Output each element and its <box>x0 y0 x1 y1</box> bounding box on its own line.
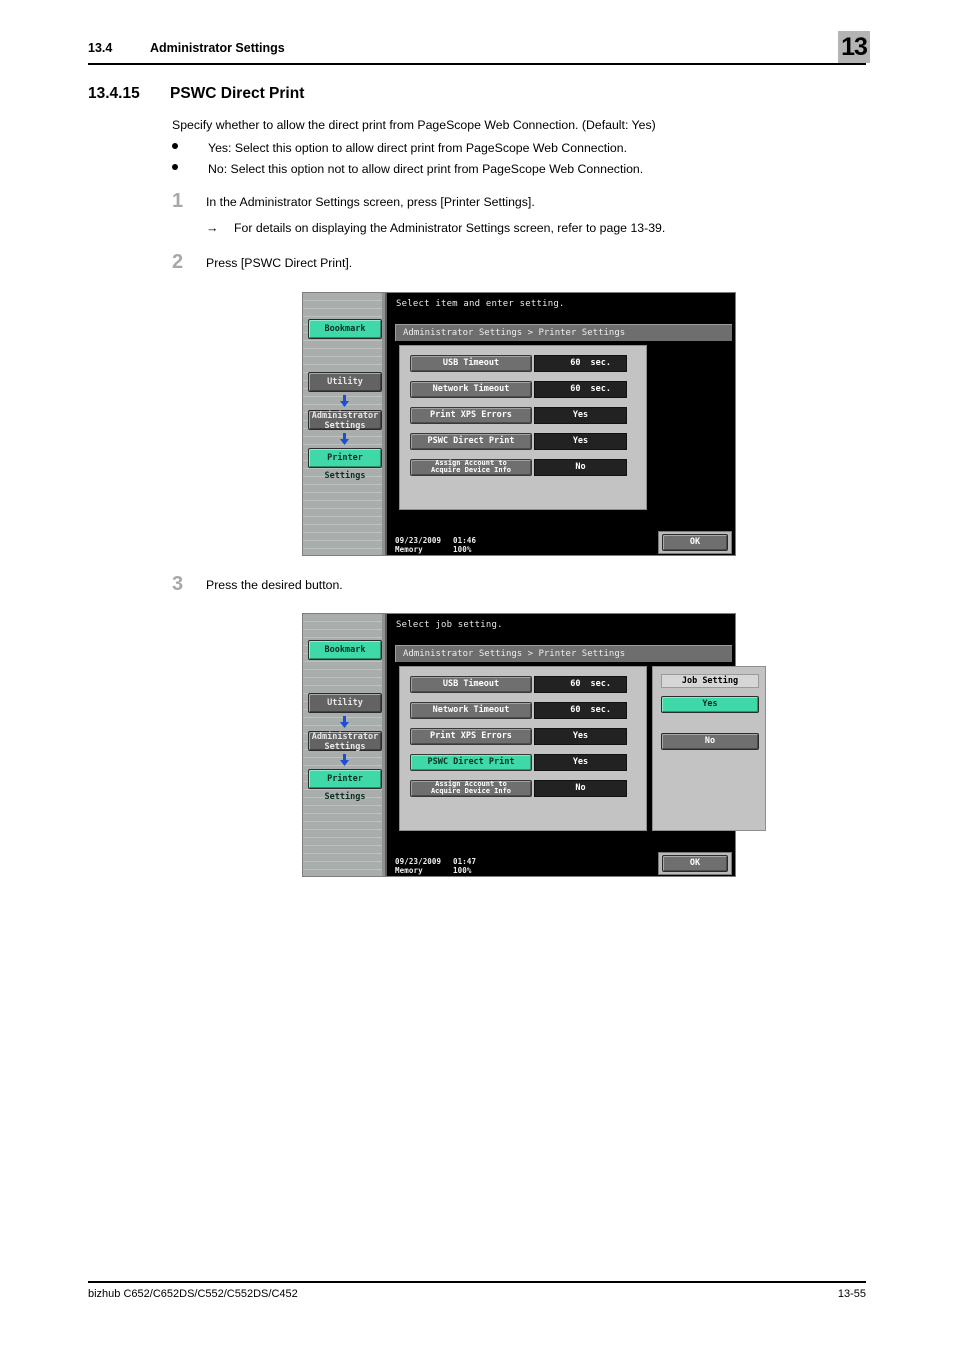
job-setting-panel: Job Setting Yes No <box>652 666 766 831</box>
down-arrow-icon <box>339 754 350 766</box>
list-item-label: Yes: Select this option to allow direct … <box>208 141 628 155</box>
footer-divider <box>88 1281 866 1283</box>
row-value-network-timeout: 60 sec. <box>534 381 627 398</box>
status-time: 01:47 <box>453 857 477 866</box>
rail-administrator-settings-button[interactable]: Administrator Settings <box>308 410 382 430</box>
screenshot1-side-rail: Bookmark Utility Administrator Settings … <box>303 293 387 555</box>
status-memory-label: Memory <box>395 866 423 875</box>
screenshot1-settings-list: USB Timeout 60 sec. Network Timeout 60 sec… <box>399 345 647 510</box>
job-setting-yes-button[interactable]: Yes <box>661 696 759 713</box>
page-header: 13.4 Administrator Settings <box>88 38 866 74</box>
value-number: 60 <box>570 679 581 689</box>
row-value-print-xps-errors: Yes <box>534 728 627 745</box>
value-number: 60 <box>570 358 581 368</box>
screenshot2-status-bar: 09/23/2009 01:47 Memory 100% OK <box>390 852 735 876</box>
row-label-print-xps-errors[interactable]: Print XPS Errors <box>410 407 532 424</box>
ok-button[interactable]: OK <box>662 855 728 872</box>
rail-bookmark-button[interactable]: Bookmark <box>308 319 382 339</box>
intro-paragraph: Specify whether to allow the direct prin… <box>172 118 656 132</box>
rail-utility-button[interactable]: Utility <box>308 372 382 392</box>
page-title: 13.4.15 PSWC Direct Print <box>88 85 788 103</box>
row-label-assign-account[interactable]: Assign Account to Acquire Device Info <box>410 780 532 797</box>
list-item-label: No: Select this option not to allow dire… <box>208 162 644 176</box>
substep-text: For details on displaying the Administra… <box>234 221 666 235</box>
device-screenshot-job-setting: Bookmark Utility Administrator Settings … <box>302 613 766 877</box>
status-time: 01:46 <box>453 536 477 545</box>
row-label-usb-timeout[interactable]: USB Timeout <box>410 676 532 693</box>
chapter-badge: 13 <box>838 31 870 63</box>
row-label-line2: Acquire Device Info <box>430 786 512 795</box>
bullet-icon <box>172 143 178 149</box>
section-heading-title: PSWC Direct Print <box>170 85 305 102</box>
row-value-print-xps-errors: Yes <box>534 407 627 424</box>
screenshot1-status-bar: 09/23/2009 01:46 Memory 100% OK <box>390 531 735 555</box>
status-date: 09/23/2009 <box>395 536 442 545</box>
job-setting-no-button[interactable]: No <box>661 733 759 750</box>
breadcrumb: Administrator Settings > Printer Setting… <box>395 645 732 662</box>
screenshot2-settings-list: USB Timeout 60 sec. Network Timeout 60 sec… <box>399 666 647 831</box>
screenshot2-prompt: Select job setting. <box>396 620 503 630</box>
header-section-title: Administrator Settings <box>150 41 285 55</box>
value-unit: sec. <box>590 679 611 689</box>
row-label-pswc-direct-print[interactable]: PSWC Direct Print <box>410 754 532 771</box>
value-unit: sec. <box>590 358 611 368</box>
down-arrow-icon <box>339 433 350 445</box>
rail-admin-line2: Settings <box>324 420 366 431</box>
job-setting-title: Job Setting <box>661 674 759 688</box>
row-value-pswc-direct-print: Yes <box>534 754 627 771</box>
row-value-assign-account: No <box>534 459 627 476</box>
row-label-assign-account[interactable]: Assign Account to Acquire Device Info <box>410 459 532 476</box>
status-memory-label: Memory <box>395 545 423 554</box>
screenshot1-main-panel: Select item and enter setting. Administr… <box>390 293 735 555</box>
footer-page-number: 13-55 <box>837 1288 866 1300</box>
row-label-line2: Acquire Device Info <box>430 465 512 474</box>
value-unit: sec. <box>590 705 611 715</box>
step-text: Press the desired button. <box>206 578 343 592</box>
row-label-usb-timeout[interactable]: USB Timeout <box>410 355 532 372</box>
rail-admin-line2: Settings <box>324 741 366 752</box>
screenshot2-main-panel: Select job setting. Administrator Settin… <box>390 614 766 876</box>
step-number: 3 <box>172 573 184 595</box>
device-screenshot-printer-settings: Bookmark Utility Administrator Settings … <box>302 292 736 556</box>
step-text: In the Administrator Settings screen, pr… <box>206 195 535 209</box>
step-number: 1 <box>172 190 184 212</box>
ok-button[interactable]: OK <box>662 534 728 551</box>
row-value-usb-timeout: 60 sec. <box>534 355 627 372</box>
rail-administrator-settings-button[interactable]: Administrator Settings <box>308 731 382 751</box>
rail-utility-button[interactable]: Utility <box>308 693 382 713</box>
value-number: 60 <box>570 705 581 715</box>
rail-printer-settings-button[interactable]: Printer Settings <box>308 769 382 802</box>
section-heading-number: 13.4.15 <box>88 85 140 102</box>
value-unit: sec. <box>590 384 611 394</box>
screenshot1-prompt: Select item and enter setting. <box>396 299 565 309</box>
status-memory-value: 100% <box>453 866 472 875</box>
row-label-network-timeout[interactable]: Network Timeout <box>410 381 532 398</box>
row-label-pswc-direct-print[interactable]: PSWC Direct Print <box>410 433 532 450</box>
step-number: 2 <box>172 251 184 273</box>
down-arrow-icon <box>339 716 350 728</box>
row-label-network-timeout[interactable]: Network Timeout <box>410 702 532 719</box>
header-divider <box>88 63 866 65</box>
row-label-print-xps-errors[interactable]: Print XPS Errors <box>410 728 532 745</box>
bullet-icon <box>172 164 178 170</box>
screenshot2-side-rail: Bookmark Utility Administrator Settings … <box>303 614 387 876</box>
row-value-pswc-direct-print: Yes <box>534 433 627 450</box>
rail-printer-settings-button[interactable]: Printer Settings <box>308 448 382 481</box>
status-memory-value: 100% <box>453 545 472 554</box>
down-arrow-icon <box>339 395 350 407</box>
rail-bookmark-button[interactable]: Bookmark <box>308 640 382 660</box>
footer-models: bizhub C652/C652DS/C552/C552DS/C452 <box>88 1288 298 1300</box>
row-value-usb-timeout: 60 sec. <box>534 676 627 693</box>
arrow-right-icon: → <box>206 221 219 235</box>
breadcrumb: Administrator Settings > Printer Setting… <box>395 324 732 341</box>
header-section-number: 13.4 <box>88 41 113 55</box>
status-date: 09/23/2009 <box>395 857 442 866</box>
value-number: 60 <box>570 384 581 394</box>
row-value-assign-account: No <box>534 780 627 797</box>
step-text: Press [PSWC Direct Print]. <box>206 256 353 270</box>
row-value-network-timeout: 60 sec. <box>534 702 627 719</box>
